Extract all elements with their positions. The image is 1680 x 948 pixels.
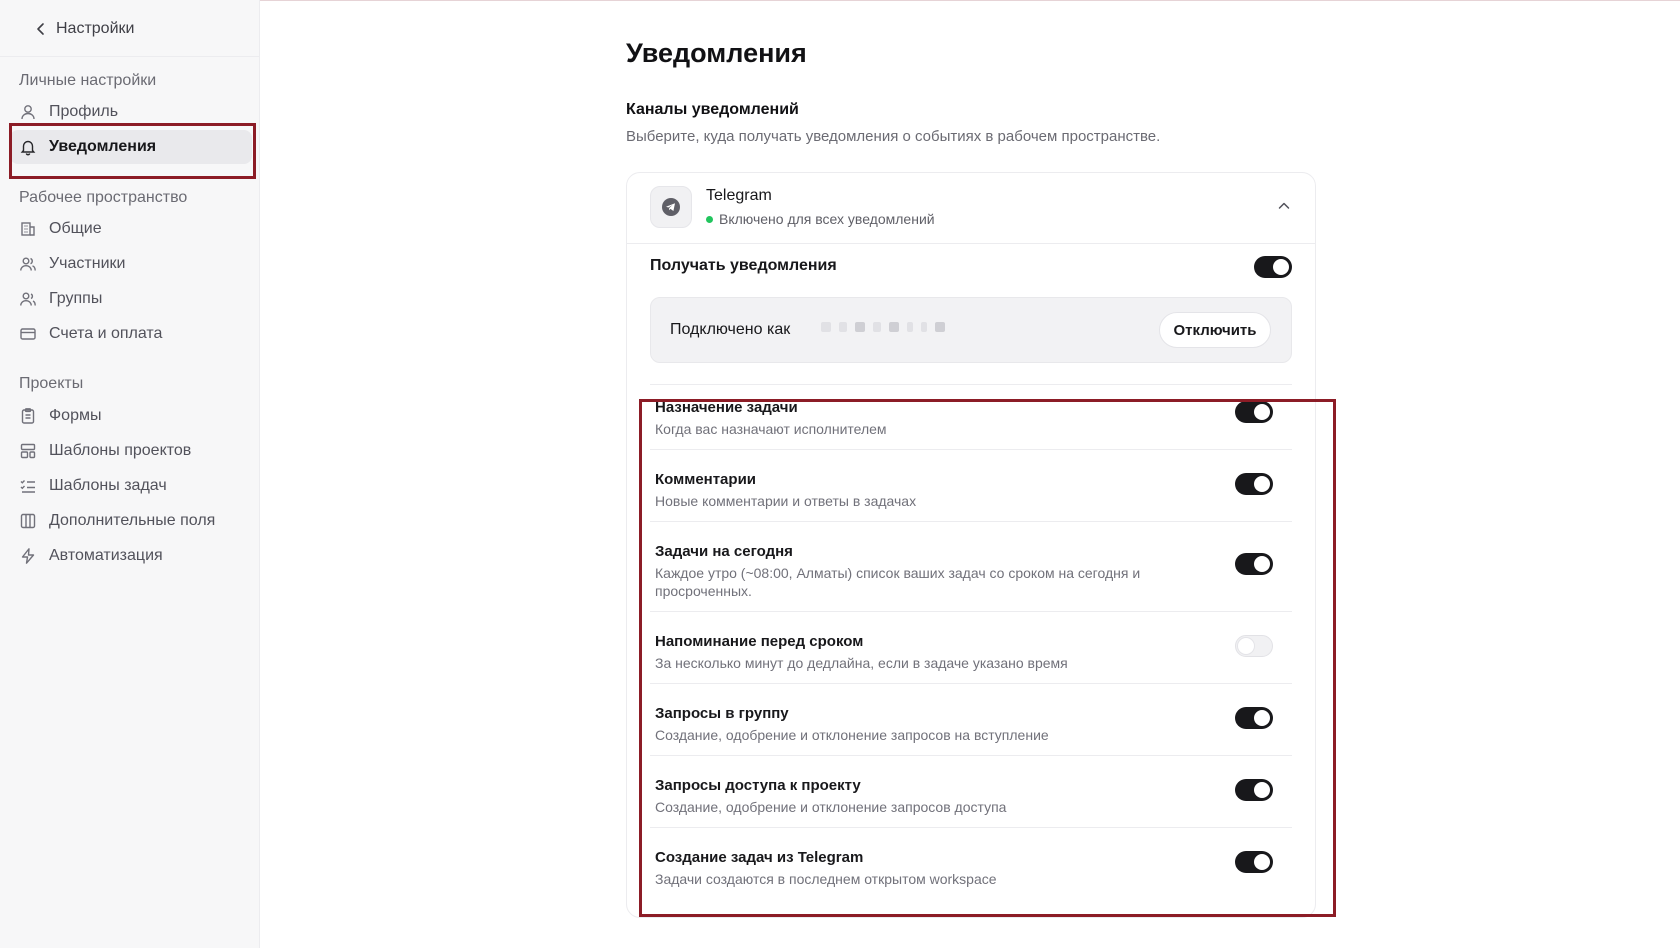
group-icon	[20, 292, 36, 306]
notification-toggle[interactable]	[1235, 553, 1273, 575]
sidebar-item-label: Формы	[49, 407, 102, 424]
chevron-left-icon	[37, 23, 44, 35]
back-to-settings-link[interactable]: Настройки	[34, 18, 134, 40]
sidebar-item-label: Уведомления	[49, 138, 157, 155]
sidebar-item-profile[interactable]: Профиль	[10, 95, 252, 129]
columns-icon	[20, 513, 36, 529]
channel-status-text: Включено для всех уведомлений	[719, 211, 935, 227]
sidebar-item-label: Шаблоны задач	[49, 477, 167, 494]
telegram-icon	[650, 186, 692, 228]
sidebar-item-billing[interactable]: Счета и оплата	[10, 317, 252, 351]
back-label: Настройки	[56, 20, 135, 37]
disconnect-button[interactable]: Отключить	[1159, 312, 1271, 348]
notification-toggle[interactable]	[1235, 851, 1273, 873]
sidebar-item-label: Дополнительные поля	[49, 512, 216, 529]
row-divider	[650, 827, 1292, 828]
layout-template-icon	[20, 443, 36, 459]
credit-card-icon	[20, 328, 36, 340]
row-divider	[650, 521, 1292, 522]
user-icon	[21, 105, 35, 120]
notification-toggle[interactable]	[1235, 473, 1273, 495]
sidebar-item-task-templates[interactable]: Шаблоны задач	[10, 469, 252, 503]
divider	[650, 384, 1292, 385]
notification-title: Запросы доступа к проекту	[655, 777, 861, 794]
notification-toggle[interactable]	[1235, 401, 1273, 423]
status-dot-icon	[706, 215, 713, 223]
sidebar-item-label: Шаблоны проектов	[49, 442, 192, 459]
sidebar-item-custom-fields[interactable]: Дополнительные поля	[10, 504, 252, 538]
notification-title: Задачи на сегодня	[655, 543, 793, 560]
sidebar-item-label: Автоматизация	[49, 547, 163, 564]
row-divider	[650, 449, 1292, 450]
sidebar-item-automation[interactable]: Автоматизация	[10, 539, 252, 573]
row-divider	[650, 611, 1292, 612]
sidebar-item-notifications[interactable]: Уведомления	[10, 130, 252, 164]
zap-icon	[21, 548, 35, 564]
masked-username	[821, 322, 945, 332]
section-title: Каналы уведомлений	[626, 101, 799, 118]
notification-description: Задачи создаются в последнем открытом wo…	[655, 871, 997, 887]
telegram-channel-card: Telegram Включено для всех уведомлений П…	[626, 172, 1316, 918]
notification-title: Назначение задачи	[655, 399, 798, 416]
list-checks-icon	[20, 480, 35, 493]
notification-description: Создание, одобрение и отклонение запросо…	[655, 727, 1049, 743]
telegram-card-header[interactable]: Telegram Включено для всех уведомлений	[627, 173, 1315, 244]
chevron-up-icon[interactable]	[1277, 199, 1291, 213]
connected-account-box: Подключено как Отключить	[650, 297, 1292, 363]
notification-title: Комментарии	[655, 471, 757, 488]
group-label-projects: Проекты	[19, 375, 84, 392]
notification-description: Каждое утро (~08:00, Алматы) список ваши…	[655, 565, 1141, 599]
row-divider	[650, 755, 1292, 756]
sidebar-item-members[interactable]: Участники	[10, 247, 252, 281]
notification-toggle[interactable]	[1235, 707, 1273, 729]
notification-title: Запросы в группу	[655, 705, 789, 722]
group-label-personal: Личные настройки	[19, 72, 157, 89]
sidebar-item-general[interactable]: Общие	[10, 212, 252, 246]
sidebar-item-label: Группы	[49, 290, 103, 307]
settings-sidebar: Настройки Личные настройки Профиль Уведо…	[0, 0, 260, 948]
notification-title: Напоминание перед сроком	[655, 633, 864, 650]
channel-status: Включено для всех уведомлений	[706, 211, 935, 227]
section-subtitle: Выберите, куда получать уведомления о со…	[626, 128, 1161, 145]
sidebar-item-label: Профиль	[49, 103, 119, 120]
notification-toggle[interactable]	[1235, 779, 1273, 801]
sidebar-divider	[0, 56, 260, 57]
group-label-workspace: Рабочее пространство	[19, 189, 188, 206]
channel-name: Telegram	[706, 187, 772, 204]
notification-description: За несколько минут до дедлайна, если в з…	[655, 655, 1068, 671]
clipboard-icon	[21, 408, 35, 424]
sidebar-item-forms[interactable]: Формы	[10, 399, 252, 433]
notification-description: Новые комментарии и ответы в задачах	[655, 493, 917, 509]
page-title: Уведомления	[626, 38, 807, 68]
receive-notifications-toggle[interactable]	[1254, 256, 1292, 278]
sidebar-item-label: Общие	[49, 220, 102, 237]
connected-as-label: Подключено как	[670, 321, 791, 338]
sidebar-item-project-templates[interactable]: Шаблоны проектов	[10, 434, 252, 468]
sidebar-item-label: Счета и оплата	[49, 325, 163, 342]
notification-title: Создание задач из Telegram	[655, 849, 864, 866]
notification-description: Создание, одобрение и отклонение запросо…	[655, 799, 1007, 815]
notification-description: Когда вас назначают исполнителем	[655, 421, 887, 437]
sidebar-item-groups[interactable]: Группы	[10, 282, 252, 316]
sidebar-item-label: Участники	[49, 255, 126, 272]
notification-toggle[interactable]	[1235, 635, 1273, 657]
row-divider	[650, 683, 1292, 684]
bell-icon	[20, 140, 36, 156]
receive-notifications-label: Получать уведомления	[650, 257, 837, 274]
building-icon	[21, 222, 35, 236]
users-icon	[20, 257, 36, 271]
